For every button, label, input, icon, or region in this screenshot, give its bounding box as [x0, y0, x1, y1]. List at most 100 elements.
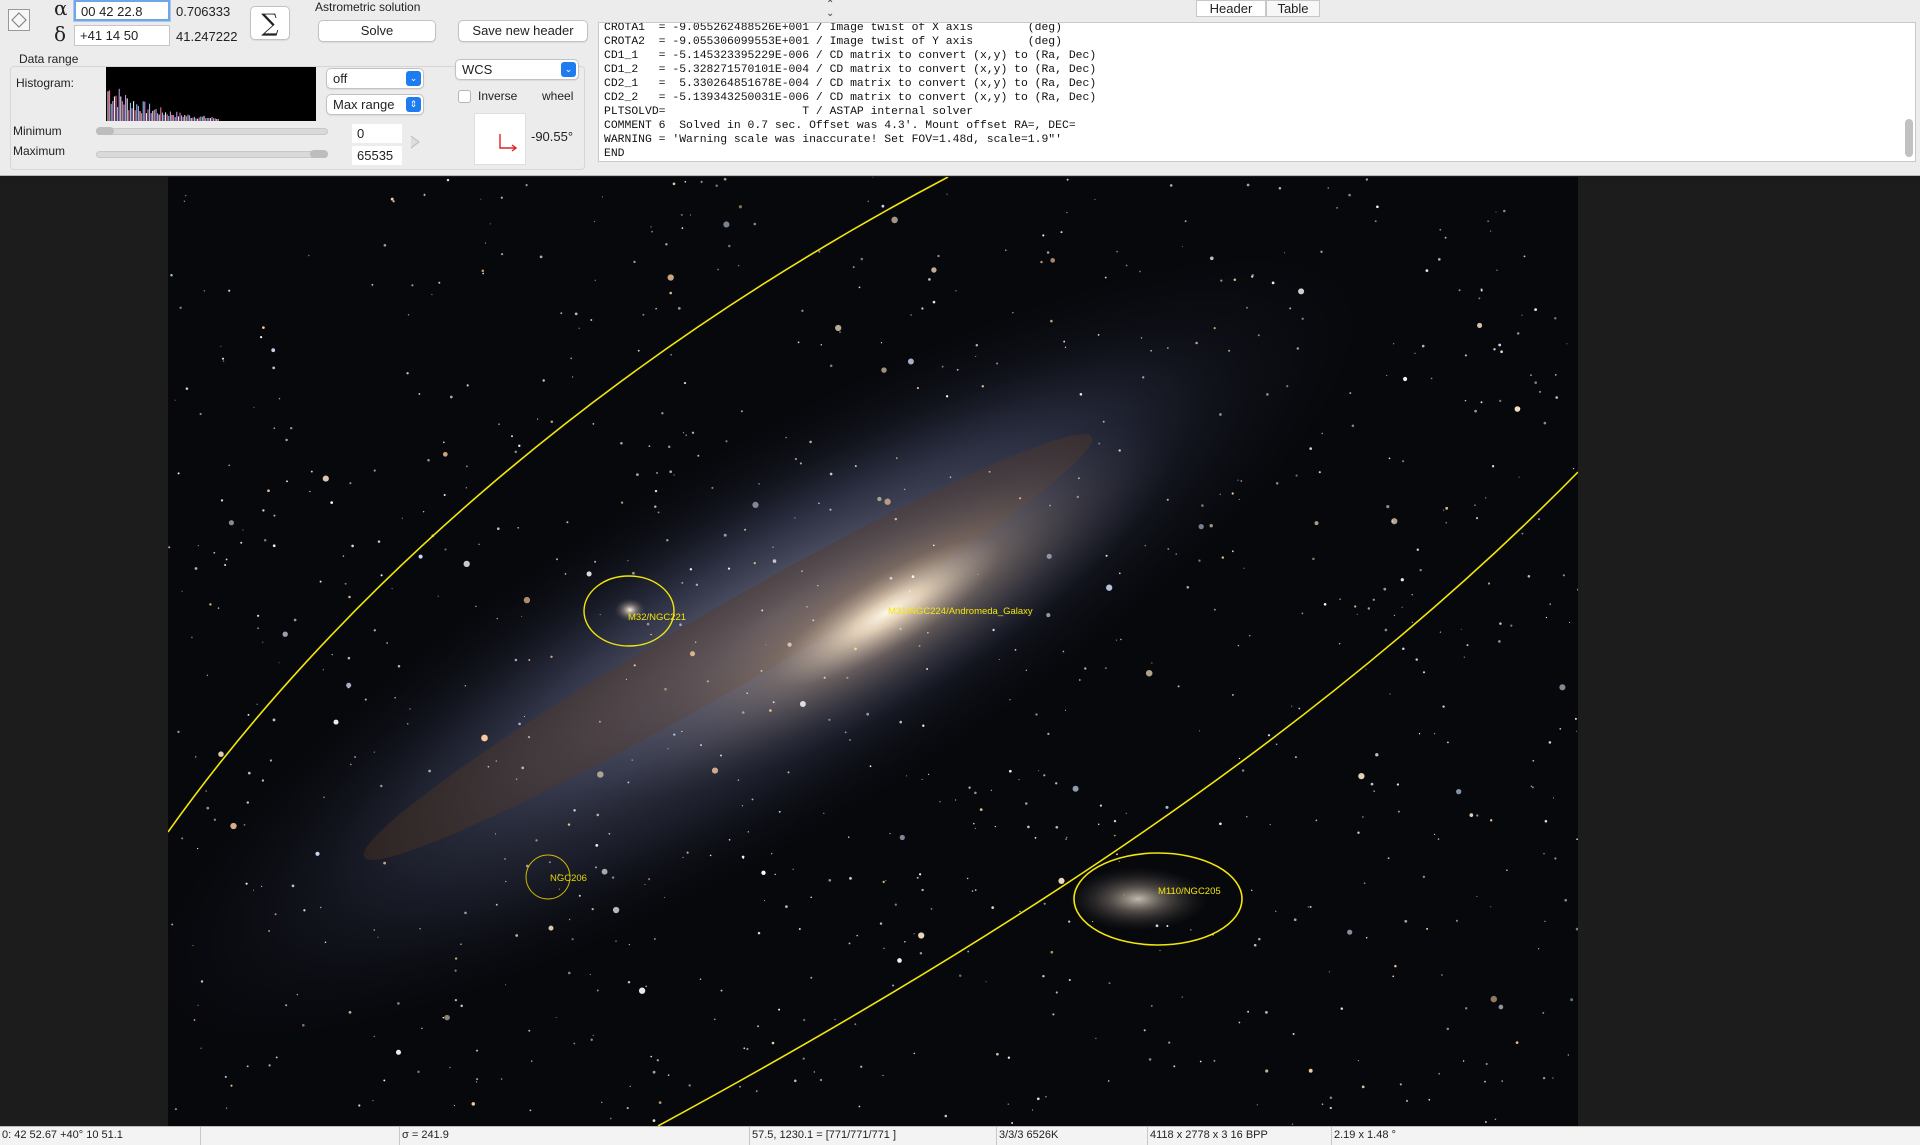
star	[684, 180, 687, 183]
star	[1543, 853, 1545, 855]
star	[322, 669, 324, 671]
star	[1437, 258, 1441, 261]
star	[1396, 783, 1400, 786]
star	[1064, 709, 1067, 712]
star	[823, 812, 825, 815]
star	[860, 257, 864, 261]
star	[228, 289, 231, 292]
star	[442, 1016, 445, 1019]
star	[1214, 608, 1216, 611]
star	[810, 896, 812, 899]
minimum-slider-knob[interactable]	[96, 127, 114, 135]
star	[257, 627, 259, 630]
star	[650, 633, 652, 636]
star	[1495, 211, 1497, 213]
astro-image[interactable]: M31/NGC224/Andromeda_Galaxy M32/NGC221 N…	[168, 177, 1578, 1126]
star	[589, 973, 591, 976]
star	[1490, 906, 1492, 908]
stretch-select[interactable]: off ⌄	[326, 68, 424, 89]
star	[225, 1107, 228, 1109]
star	[627, 560, 629, 562]
star	[593, 220, 596, 223]
star	[758, 483, 760, 485]
view-toggle-icon[interactable]	[8, 9, 30, 31]
star	[629, 1085, 631, 1088]
star	[1195, 341, 1198, 345]
grid-select[interactable]: WCS ⌄	[455, 59, 579, 80]
inverse-checkbox[interactable]	[458, 90, 471, 103]
star	[1166, 347, 1169, 350]
star	[877, 496, 882, 502]
star	[390, 197, 394, 201]
star	[1428, 1098, 1431, 1101]
star	[792, 868, 794, 871]
star	[741, 805, 744, 807]
maximum-input[interactable]: 65535	[352, 146, 402, 165]
star	[654, 938, 656, 940]
star	[500, 252, 504, 256]
save-header-button[interactable]: Save new header	[458, 20, 588, 42]
star	[761, 870, 766, 875]
star	[247, 713, 250, 716]
star	[743, 1047, 746, 1050]
range-splitter[interactable]	[410, 122, 420, 162]
maximum-slider[interactable]	[96, 150, 328, 158]
star	[442, 441, 445, 444]
star	[996, 362, 999, 365]
star	[296, 993, 298, 996]
ra-input[interactable]: 00 42 22.8	[74, 0, 170, 21]
star	[1564, 898, 1568, 902]
star	[633, 260, 636, 263]
star	[1231, 693, 1234, 696]
star	[1151, 662, 1153, 664]
star	[1462, 1060, 1465, 1062]
star	[1102, 420, 1105, 423]
range-select[interactable]: Max range ⇕	[326, 94, 424, 115]
star	[1301, 612, 1304, 615]
header-line: CD2_1 = 5.330264851678E-004 / CD matrix …	[604, 78, 1097, 90]
star	[391, 587, 393, 590]
star	[515, 778, 518, 781]
star	[199, 412, 202, 416]
star	[1419, 568, 1422, 572]
star	[1052, 1013, 1055, 1016]
star	[183, 200, 186, 202]
star	[454, 998, 458, 1002]
star	[1031, 1109, 1034, 1111]
minimum-input[interactable]: 0	[352, 124, 402, 143]
header-scrollbar[interactable]	[1905, 119, 1913, 157]
star	[1148, 1058, 1152, 1061]
image-viewer[interactable]: M31/NGC224/Andromeda_Galaxy M32/NGC221 N…	[0, 177, 1920, 1126]
star	[319, 580, 322, 583]
star	[1042, 974, 1045, 978]
solve-button[interactable]: Solve	[318, 20, 436, 42]
minimum-slider[interactable]	[96, 127, 328, 135]
star	[1456, 788, 1462, 795]
star	[1487, 220, 1489, 222]
star	[558, 888, 560, 890]
star	[697, 454, 700, 457]
star	[1231, 492, 1234, 495]
star	[1475, 517, 1479, 520]
star	[1422, 671, 1426, 674]
star	[1458, 289, 1461, 292]
tab-table[interactable]: Table	[1266, 0, 1320, 17]
star	[681, 730, 683, 733]
star	[1357, 831, 1360, 834]
star	[700, 744, 702, 747]
star	[1447, 741, 1449, 744]
tab-header[interactable]: Header	[1196, 0, 1266, 17]
star	[349, 482, 352, 485]
panel-resize-icon[interactable]: ⌃ ⌄	[826, 0, 834, 19]
star	[1433, 733, 1436, 735]
star	[1175, 553, 1177, 555]
maximum-slider-knob[interactable]	[310, 150, 328, 158]
star	[1401, 606, 1403, 608]
star	[1139, 270, 1141, 273]
star	[1220, 279, 1223, 282]
star	[240, 541, 243, 544]
star	[1548, 741, 1552, 744]
dec-input[interactable]: +41 14 50	[74, 25, 170, 46]
fits-header-text[interactable]: CROTA1 = -9.055262488526E+001 / Image tw…	[598, 22, 1916, 162]
statistics-button[interactable]: ∑	[250, 6, 290, 40]
